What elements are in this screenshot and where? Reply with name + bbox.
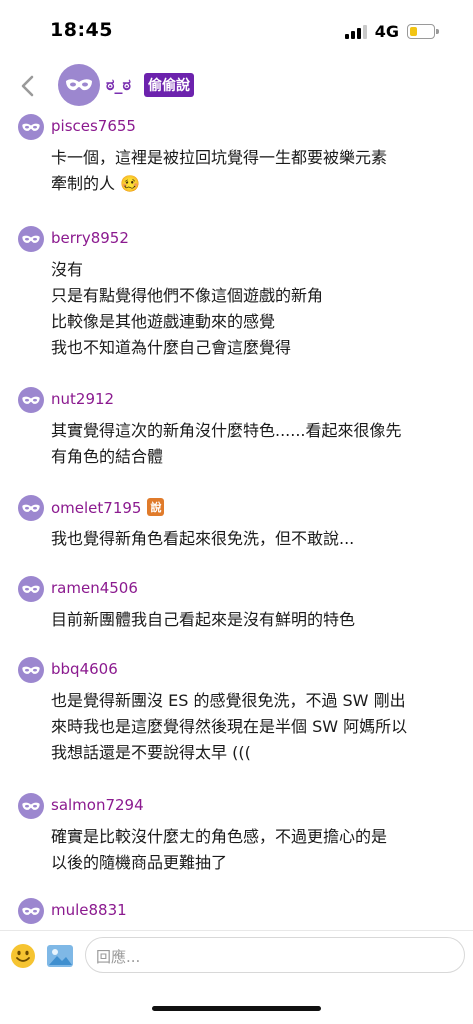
mask-icon — [66, 79, 92, 91]
comment-item: berry8952 沒有 只是有點覺得他們不像這個遊戲的新角 比較像是其他遊戲連… — [0, 224, 473, 374]
mask-avatar[interactable] — [18, 898, 44, 924]
comment-line: 其實覺得這次的新角沒什麼特色......看起來很像先 — [51, 421, 402, 440]
signal-icon — [344, 24, 367, 39]
header-name: ಠ_ಠ — [106, 75, 131, 94]
status-bar: 18:45 4G — [0, 0, 473, 64]
mask-icon — [22, 666, 40, 674]
comment-text: 其實覺得這次的新角沒什麼特色......看起來很像先 有角色的結合體 — [51, 418, 456, 470]
battery-icon — [407, 24, 439, 39]
header-tag: 偷偷說 — [144, 73, 194, 97]
comment-text: 也是覺得新團沒 ES 的感覺很免洗，不過 SW 剛出 來時我也是這麼覺得然後現在… — [51, 688, 456, 766]
reply-bar: 回應... — [0, 931, 473, 991]
mask-avatar[interactable] — [18, 114, 44, 140]
comment-feed[interactable]: pisces7655 卡一個，這裡是被拉回坑覺得一生都要被樂元素 牽制的人 🥴 … — [0, 112, 473, 930]
battery-fill — [410, 27, 417, 36]
comment-line: 我也不知道為什麼自己會這麼覺得 — [51, 338, 292, 357]
username-text: omelet7195 — [51, 499, 142, 517]
comment-item: omelet7195 說 我也覺得新角色看起來很免洗，但不敢說... — [0, 493, 473, 563]
mask-icon — [22, 907, 40, 915]
comment-username[interactable]: nut2912 — [51, 390, 114, 408]
comment-item: bbq4606 也是覺得新團沒 ES 的感覺很免洗，不過 SW 剛出 來時我也是… — [0, 655, 473, 775]
comment-username[interactable]: bbq4606 — [51, 660, 118, 678]
comment-line: 只是有點覺得他們不像這個遊戲的新角 — [51, 286, 324, 305]
comment-username[interactable]: omelet7195 說 — [51, 498, 165, 517]
comment-text: 沒有 只是有點覺得他們不像這個遊戲的新角 比較像是其他遊戲連動來的感覺 我也不知… — [51, 257, 456, 361]
mask-icon — [22, 802, 40, 810]
comment-text: 我也覺得新角色看起來很免洗，但不敢說... — [51, 526, 456, 552]
author-badge: 說 — [147, 498, 165, 516]
mask-icon — [22, 585, 40, 593]
comment-line: 也是覺得新團沒 ES 的感覺很免洗，不過 SW 剛出 — [51, 691, 406, 710]
comment-item: salmon7294 確實是比較沒什麼ㄤ的角色感，不過更擔心的是 以後的隨機商品… — [0, 791, 473, 891]
comment-line: 我也覺得新角色看起來很免洗，但不敢說... — [51, 529, 355, 548]
mask-avatar[interactable] — [58, 64, 100, 106]
status-time: 18:45 — [50, 19, 113, 41]
reply-input[interactable]: 回應... — [85, 937, 465, 973]
top-header: ಠ_ಠ 偷偷說 — [0, 64, 473, 108]
image-icon[interactable] — [46, 943, 74, 969]
comment-line: 目前新團體我自己看起來是沒有鮮明的特色 — [51, 610, 356, 629]
comment-line: 有角色的結合體 — [51, 447, 164, 466]
mask-avatar[interactable] — [18, 576, 44, 602]
comment-text: 確實是比較沒什麼ㄤ的角色感，不過更擔心的是 以後的隨機商品更難抽了 — [51, 824, 456, 876]
emoji-icon[interactable] — [10, 943, 36, 969]
comment-line: 沒有 — [51, 260, 84, 279]
comment-item: ramen4506 目前新團體我自己看起來是沒有鮮明的特色 — [0, 574, 473, 644]
mask-icon — [22, 504, 40, 512]
comment-username[interactable]: mule8831 — [51, 901, 127, 919]
comment-line: 以後的隨機商品更難抽了 — [51, 853, 228, 872]
mask-avatar[interactable] — [18, 495, 44, 521]
comment-line: 來時我也是這麼覺得然後現在是半個 SW 阿媽所以 — [51, 717, 408, 736]
comment-item: pisces7655 卡一個，這裡是被拉回坑覺得一生都要被樂元素 牽制的人 🥴 — [0, 112, 473, 212]
mask-icon — [22, 235, 40, 243]
status-indicators: 4G — [344, 22, 439, 41]
comment-line: 牽制的人 🥴 — [51, 174, 141, 193]
comment-username[interactable]: salmon7294 — [51, 796, 144, 814]
back-icon[interactable] — [18, 74, 38, 98]
comment-line: 我想話還是不要說得太早 ((( — [51, 743, 251, 762]
mask-icon — [22, 396, 40, 404]
mask-avatar[interactable] — [18, 657, 44, 683]
comment-line: 卡一個，這裡是被拉回坑覺得一生都要被樂元素 — [51, 148, 388, 167]
comment-text: 卡一個，這裡是被拉回坑覺得一生都要被樂元素 牽制的人 🥴 — [51, 145, 456, 197]
mask-avatar[interactable] — [18, 387, 44, 413]
reply-placeholder: 回應... — [96, 948, 141, 966]
network-label: 4G — [374, 22, 399, 41]
comment-text: 目前新團體我自己看起來是沒有鮮明的特色 — [51, 607, 456, 633]
comment-line: 比較像是其他遊戲連動來的感覺 — [51, 312, 276, 331]
mask-icon — [22, 123, 40, 131]
comment-line: 確實是比較沒什麼ㄤ的角色感，不過更擔心的是 — [51, 827, 388, 846]
comment-username[interactable]: pisces7655 — [51, 117, 136, 135]
comment-item: mule8831 — [0, 898, 473, 930]
comment-username[interactable]: berry8952 — [51, 229, 129, 247]
home-indicator[interactable] — [152, 1006, 321, 1011]
comment-item: nut2912 其實覺得這次的新角沒什麼特色......看起來很像先 有角色的結… — [0, 385, 473, 485]
mask-avatar[interactable] — [18, 793, 44, 819]
comment-username[interactable]: ramen4506 — [51, 579, 138, 597]
mask-avatar[interactable] — [18, 226, 44, 252]
